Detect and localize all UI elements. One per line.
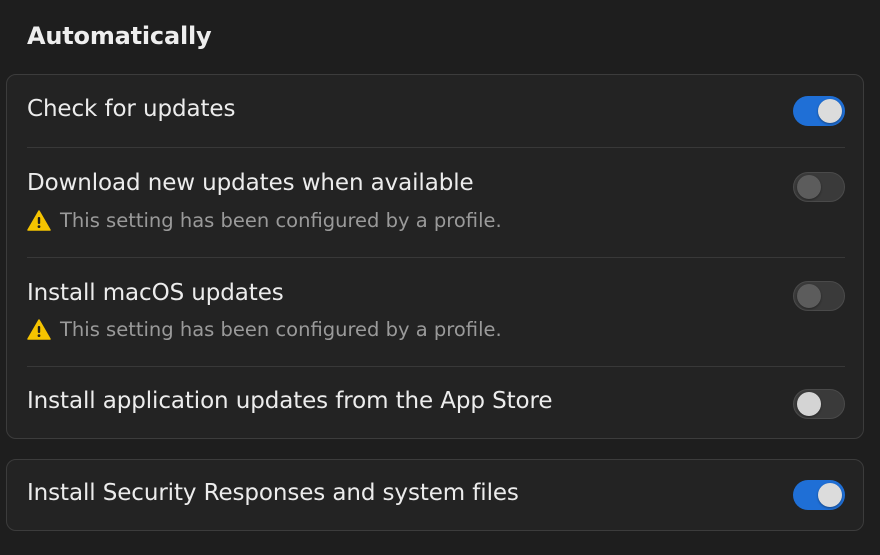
warning-triangle-icon [27,210,51,231]
warning-triangle-icon [27,319,51,340]
toggle-knob [797,284,821,308]
setting-label: Install macOS updates [27,280,284,306]
setting-row-download-updates: Download new updates when available This… [7,148,863,257]
security-responses-group: Install Security Responses and system fi… [6,459,864,531]
toggle-knob [818,483,842,507]
download-updates-toggle[interactable] [793,172,845,202]
profile-note-text: This setting has been configured by a pr… [60,209,502,232]
check-for-updates-toggle[interactable] [793,96,845,126]
setting-label: Download new updates when available [27,170,474,196]
setting-label: Install Security Responses and system fi… [27,480,519,506]
automatic-updates-group: Check for updates Download new updates w… [6,74,864,439]
toggle-knob [797,175,821,199]
section-title: Automatically [27,22,212,50]
setting-row-check-for-updates: Check for updates [7,75,863,147]
toggle-knob [797,392,821,416]
profile-note: This setting has been configured by a pr… [27,318,502,341]
setting-row-install-macos-updates: Install macOS updates This setting has b… [7,258,863,366]
install-macos-updates-toggle[interactable] [793,281,845,311]
setting-row-security-responses: Install Security Responses and system fi… [7,460,863,530]
setting-label: Check for updates [27,96,236,122]
setting-row-install-app-store-updates: Install application updates from the App… [7,367,863,439]
toggle-knob [818,99,842,123]
setting-label: Install application updates from the App… [27,388,553,414]
install-app-store-updates-toggle[interactable] [793,389,845,419]
profile-note-text: This setting has been configured by a pr… [60,318,502,341]
security-responses-toggle[interactable] [793,480,845,510]
profile-note: This setting has been configured by a pr… [27,209,502,232]
